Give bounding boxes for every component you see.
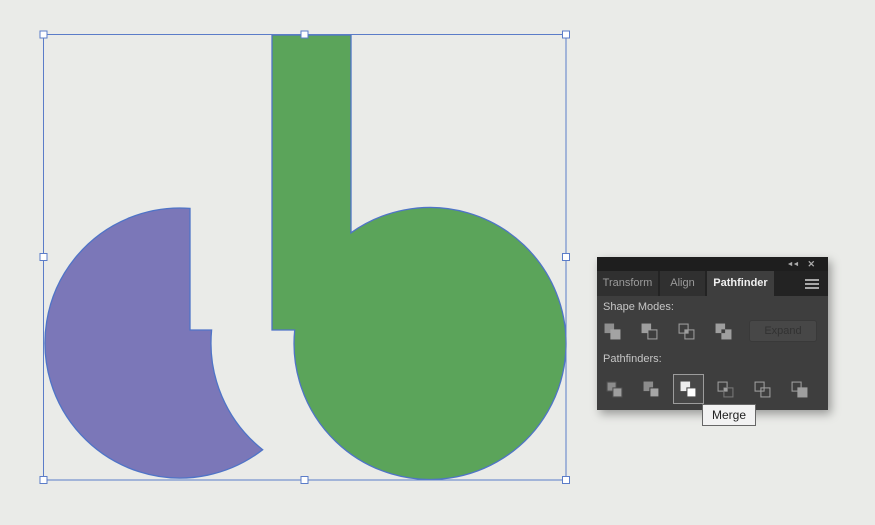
trim-icon <box>643 381 660 397</box>
close-panel-icon[interactable]: ✕ <box>807 259 815 269</box>
intersect-icon <box>678 323 694 339</box>
divide-icon <box>606 381 623 397</box>
tab-align[interactable]: Align <box>660 271 705 296</box>
tab-pathfinder[interactable]: Pathfinder <box>707 271 774 296</box>
selection-handle-bottom-right[interactable] <box>562 476 570 484</box>
panel-tab-bar: Transform Align Pathfinder <box>597 271 828 296</box>
minus-back-icon <box>791 381 808 397</box>
intersect-button[interactable] <box>673 319 699 343</box>
unite-button[interactable] <box>599 319 625 343</box>
selection-handle-bottom-middle[interactable] <box>300 476 309 484</box>
selection-handle-middle-left[interactable] <box>39 253 48 261</box>
merge-tooltip: Merge <box>702 404 757 426</box>
divide-button[interactable] <box>599 374 630 404</box>
panel-body: Shape Modes: Expand Pathfinders: <box>597 296 828 410</box>
panel-menu-icon[interactable] <box>805 279 819 289</box>
panel-title-bar: ◄◄ ✕ <box>597 257 828 271</box>
trim-button[interactable] <box>636 374 667 404</box>
merge-icon <box>680 381 697 397</box>
outline-icon <box>754 381 771 397</box>
selection-handle-middle-right[interactable] <box>562 253 570 261</box>
selection-handle-top-right[interactable] <box>562 30 570 39</box>
minus-front-button[interactable] <box>636 319 662 343</box>
illustrator-canvas-area: ◄◄ ✕ Transform Align Pathfinder Shape Mo… <box>0 0 875 525</box>
expand-button[interactable]: Expand <box>749 320 817 342</box>
minus-front-icon <box>641 323 657 339</box>
selection-handle-top-middle[interactable] <box>300 30 309 39</box>
exclude-button[interactable] <box>710 319 736 343</box>
tab-transform[interactable]: Transform <box>597 271 658 296</box>
selection-handle-top-left[interactable] <box>39 30 48 39</box>
minus-back-button[interactable] <box>784 374 815 404</box>
pathfinder-panel: ◄◄ ✕ Transform Align Pathfinder Shape Mo… <box>597 257 828 410</box>
green-b-shape[interactable] <box>271 34 567 481</box>
outline-button[interactable] <box>747 374 778 404</box>
crop-icon <box>717 381 734 397</box>
exclude-icon <box>715 323 731 339</box>
collapse-panel-icon[interactable]: ◄◄ <box>787 261 800 268</box>
pathfinders-heading: Pathfinders: <box>603 353 662 365</box>
unite-icon <box>604 323 620 339</box>
shape-modes-heading: Shape Modes: <box>603 301 674 313</box>
merge-button[interactable] <box>673 374 704 404</box>
purple-notched-circle-shape[interactable] <box>44 207 264 479</box>
crop-button[interactable] <box>710 374 741 404</box>
selection-handle-bottom-left[interactable] <box>39 476 48 484</box>
